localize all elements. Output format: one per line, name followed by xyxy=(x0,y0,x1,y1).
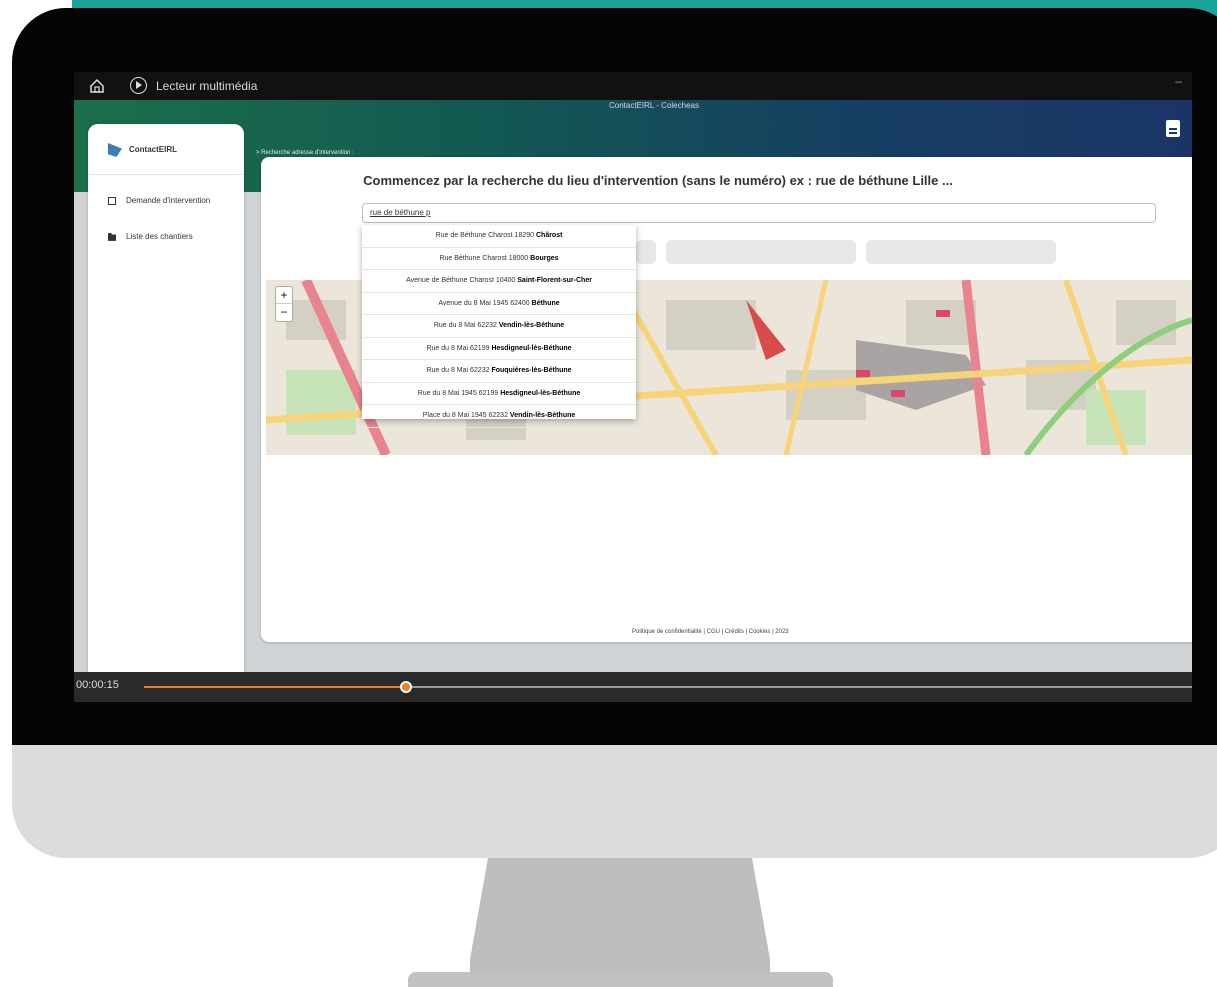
sidebar: ContactEIRL Demande d'intervention Liste… xyxy=(88,124,244,684)
suggestion-item[interactable]: Avenue du 8 Mai 1945 62400 Béthune xyxy=(362,293,636,315)
footer-links[interactable]: Politique de confidentialité | CGU | Cré… xyxy=(632,629,789,635)
zoom-out-button[interactable]: − xyxy=(276,304,292,320)
screen: Lecteur multimédia – ContactEIRL - Colec… xyxy=(74,72,1192,702)
page-title: Commencez par la recherche du lieu d'int… xyxy=(363,173,953,188)
logo-icon xyxy=(108,143,122,157)
document-icon[interactable] xyxy=(1166,120,1180,137)
suggestion-item[interactable]: Place du 8 Mai 1945 62232 Vendin-lès-Bét… xyxy=(362,405,636,428)
sidebar-item-demande-intervention[interactable]: Demande d'intervention xyxy=(108,196,210,205)
autocomplete-dropdown: Rue de Béthune Charost 18290 Chârost Rue… xyxy=(362,225,636,428)
seek-handle[interactable] xyxy=(400,681,412,693)
map-zoom-control: + − xyxy=(275,286,293,322)
folder-icon xyxy=(108,232,116,241)
play-icon[interactable] xyxy=(130,77,147,94)
zoom-in-button[interactable]: + xyxy=(276,287,292,304)
seek-bar-progress xyxy=(144,686,406,688)
monitor-stand-base xyxy=(408,972,833,987)
monitor-stand-neck xyxy=(470,858,770,973)
suggestion-item[interactable]: Avenue de Béthune Charost 10400 Saint-Fl… xyxy=(362,270,636,293)
form-button-3[interactable] xyxy=(866,240,1056,264)
form-button-1[interactable] xyxy=(636,240,656,264)
suggestion-item[interactable]: Rue du 8 Mai 62199 Hesdigneul-lès-Béthun… xyxy=(362,338,636,360)
playback-time: 00:00:15 xyxy=(76,679,119,691)
breadcrumb: > Recherche adresse d'intervention : xyxy=(256,150,354,156)
sidebar-item-label: Liste des chantiers xyxy=(126,232,193,241)
app-name: Lecteur multimédia xyxy=(156,79,258,93)
suggestion-item[interactable]: Rue du 8 Mai 62232 Vendin-lès-Béthune xyxy=(362,315,636,338)
suggestion-item[interactable]: Rue du 8 Mai 62232 Fouquières-lès-Béthun… xyxy=(362,360,636,383)
minimize-button[interactable]: – xyxy=(1175,74,1182,88)
sidebar-item-liste-chantiers[interactable]: Liste des chantiers xyxy=(108,232,193,241)
suggestion-item[interactable]: Rue de Béthune Charost 18290 Chârost xyxy=(362,225,636,248)
sidebar-item-label: Demande d'intervention xyxy=(126,196,211,205)
seek-bar[interactable] xyxy=(144,681,1192,693)
window-title: ContactEIRL - Colecheas xyxy=(609,101,699,110)
media-controls: 00:00:15 xyxy=(74,672,1192,702)
search-input-value: rue de béthune p xyxy=(370,208,431,217)
search-input[interactable]: rue de béthune p xyxy=(362,203,1156,223)
sidebar-divider xyxy=(88,174,244,175)
monitor: Lecteur multimédia – ContactEIRL - Colec… xyxy=(12,8,1217,858)
logo-text: ContactEIRL xyxy=(129,145,177,154)
suggestion-item[interactable]: Rue Béthune Charost 18000 Bourges xyxy=(362,248,636,270)
checkbox-icon xyxy=(108,196,116,205)
home-icon[interactable] xyxy=(88,77,106,95)
form-button-2[interactable] xyxy=(666,240,856,264)
media-player-titlebar: Lecteur multimédia – xyxy=(74,72,1192,100)
suggestion-item[interactable]: Rue du 8 Mai 1945 62199 Hesdigneul-lès-B… xyxy=(362,383,636,405)
